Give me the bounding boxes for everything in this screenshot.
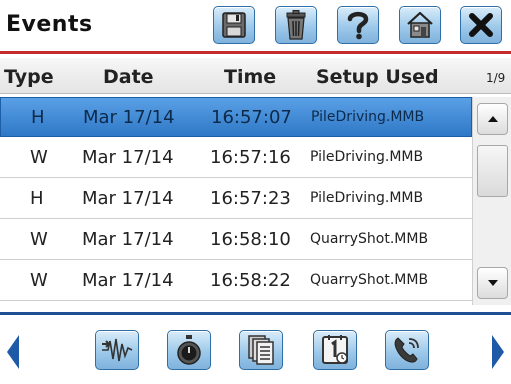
phone-icon bbox=[394, 337, 419, 363]
waveform-icon bbox=[102, 338, 133, 362]
footer-bar bbox=[0, 316, 511, 384]
cell-type: W bbox=[30, 270, 48, 291]
trash-icon bbox=[286, 10, 306, 40]
table-row[interactable]: W Mar 17/14 16:57:16 PileDriving.MMB bbox=[0, 138, 472, 178]
footer-divider bbox=[0, 312, 511, 315]
home-icon bbox=[407, 11, 433, 38]
timer-button[interactable] bbox=[167, 330, 211, 370]
cell-date: Mar 17/14 bbox=[82, 147, 174, 168]
cell-date: Mar 17/14 bbox=[82, 188, 174, 209]
header-bar: Events bbox=[0, 0, 511, 50]
waveform-button[interactable] bbox=[95, 330, 139, 370]
cell-time: 16:58:22 bbox=[210, 270, 291, 291]
chevron-right-icon bbox=[492, 335, 504, 369]
table-row[interactable]: W Mar 17/14 16:58:22 QuarryShot.MMB bbox=[0, 261, 472, 301]
timer-icon bbox=[177, 335, 201, 365]
column-headers: Type Date Time Setup Used 1/9 bbox=[0, 58, 511, 94]
home-button[interactable] bbox=[399, 6, 441, 44]
cell-time: 16:58:10 bbox=[210, 229, 291, 250]
cell-type: H bbox=[30, 188, 44, 209]
cell-date: Mar 17/14 bbox=[83, 107, 175, 128]
previous-button[interactable] bbox=[6, 334, 20, 374]
scrollbar[interactable] bbox=[472, 97, 511, 305]
cell-time: 16:57:16 bbox=[210, 147, 291, 168]
column-header-type[interactable]: Type bbox=[4, 66, 54, 88]
table-row[interactable]: H Mar 17/14 16:57:23 PileDriving.MMB bbox=[0, 179, 472, 219]
arrow-down-icon bbox=[487, 280, 498, 286]
documents-icon bbox=[248, 335, 274, 365]
calendar-button[interactable] bbox=[313, 330, 357, 370]
cell-date: Mar 17/14 bbox=[82, 229, 174, 250]
help-button[interactable] bbox=[337, 6, 379, 44]
cell-setup: QuarryShot.MMB bbox=[310, 231, 429, 247]
header-divider bbox=[0, 51, 511, 54]
save-icon bbox=[222, 12, 246, 38]
cell-setup: PileDriving.MMB bbox=[310, 149, 424, 165]
cell-date: Mar 17/14 bbox=[82, 270, 174, 291]
cell-setup: PileDriving.MMB bbox=[310, 190, 424, 206]
scroll-down-button[interactable] bbox=[477, 267, 508, 299]
scroll-thumb[interactable] bbox=[477, 145, 508, 197]
column-header-time[interactable]: Time bbox=[224, 66, 276, 88]
next-button[interactable] bbox=[491, 334, 505, 374]
page-title: Events bbox=[6, 12, 93, 37]
close-button[interactable] bbox=[460, 6, 502, 44]
column-header-date[interactable]: Date bbox=[103, 66, 154, 88]
cell-setup: PileDriving.MMB bbox=[311, 109, 425, 125]
column-header-setup[interactable]: Setup Used bbox=[316, 66, 439, 88]
scroll-up-button[interactable] bbox=[477, 103, 508, 135]
page-indicator: 1/9 bbox=[486, 71, 506, 85]
phone-button[interactable] bbox=[385, 330, 429, 370]
table-row[interactable]: H Mar 17/14 16:57:07 PileDriving.MMB bbox=[0, 97, 472, 137]
cell-type: W bbox=[30, 147, 48, 168]
chevron-left-icon bbox=[7, 335, 19, 369]
cell-type: H bbox=[31, 107, 45, 128]
save-button[interactable] bbox=[213, 6, 255, 44]
table-row[interactable]: W Mar 17/14 16:58:10 QuarryShot.MMB bbox=[0, 220, 472, 260]
close-icon bbox=[469, 13, 493, 37]
calendar-icon bbox=[322, 335, 348, 364]
cell-time: 16:57:23 bbox=[210, 188, 291, 209]
help-icon bbox=[347, 11, 369, 40]
documents-button[interactable] bbox=[239, 330, 283, 370]
delete-button[interactable] bbox=[275, 6, 317, 44]
cell-type: W bbox=[30, 229, 48, 250]
arrow-up-icon bbox=[487, 116, 498, 122]
cell-setup: QuarryShot.MMB bbox=[310, 272, 429, 288]
cell-time: 16:57:07 bbox=[211, 107, 292, 128]
